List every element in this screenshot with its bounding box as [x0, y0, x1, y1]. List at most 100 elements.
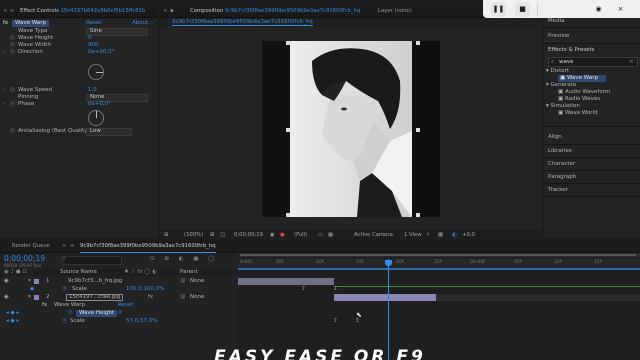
wave-height-value[interactable]: 0: [88, 35, 92, 42]
work-area-bar[interactable]: [238, 268, 640, 270]
layer-parent[interactable]: None: [190, 294, 204, 301]
twirl-arrow-icon[interactable]: ›: [3, 101, 5, 108]
align-panel[interactable]: Align: [544, 134, 640, 141]
paragraph-panel[interactable]: Paragraph: [544, 174, 640, 181]
effect-about-button[interactable]: About...: [132, 20, 154, 27]
tab-composition[interactable]: Composition 9c9b7cf30f8ae399f0be9509b9a3…: [190, 6, 360, 17]
playhead-handle[interactable]: [385, 260, 392, 266]
prop-antialiasing[interactable]: ◷ Antialiasing (Best Quality) Low: [0, 128, 158, 136]
layer-handle-tl[interactable]: [286, 41, 290, 45]
stopwatch-icon[interactable]: ◷: [10, 101, 15, 108]
stopwatch-icon[interactable]: ◷: [10, 35, 15, 42]
webcam-icon[interactable]: ◉: [591, 2, 606, 17]
layer-handle-tr[interactable]: [416, 41, 420, 45]
prop-wave-height[interactable]: ◷ Wave Height 0: [0, 35, 158, 42]
layer-fx-icon[interactable]: fx: [148, 294, 153, 301]
prop-wave-width[interactable]: ◷ Wave Width 900: [0, 42, 158, 49]
close-icon[interactable]: ×: [3, 6, 7, 17]
effect-wave-warp-row[interactable]: fx Wave Warp Reset: [0, 302, 238, 309]
stopwatch-icon[interactable]: ◷: [10, 49, 15, 56]
layer-name[interactable]: 9c9b7cf3...b_hq.jpg: [68, 278, 122, 285]
effects-search-field[interactable]: ⌕ wave ×: [548, 57, 638, 67]
search-clear-icon[interactable]: ×: [629, 58, 634, 66]
layer-parent[interactable]: None: [190, 278, 204, 285]
prop-wave-speed[interactable]: › ◷ Wave Speed 1,0: [0, 87, 158, 94]
effect-reset-button[interactable]: Reset: [86, 20, 101, 27]
stopwatch-icon[interactable]: ◷: [10, 87, 15, 94]
stopwatch-icon[interactable]: ◷: [68, 310, 73, 317]
scale-row-2[interactable]: ◂ ◆ ▸ ◷ Scale 57,0,57,0%: [0, 318, 238, 325]
tree-distort[interactable]: ▾ Distort: [544, 68, 640, 75]
layer-label-color[interactable]: [34, 279, 39, 284]
grid-icon[interactable]: ⊞: [210, 230, 214, 238]
wave-speed-value[interactable]: 1,0: [88, 87, 97, 94]
wave-width-value[interactable]: 900: [88, 42, 99, 49]
col-parent[interactable]: Parent: [180, 269, 198, 275]
time-ruler[interactable]: 0:00f 05f 10f 15f 20f 25f 01:00f 05f 10f…: [238, 259, 640, 267]
layer-label-color[interactable]: [34, 295, 39, 300]
col-source-name[interactable]: Source Name: [60, 269, 97, 275]
visibility-icon[interactable]: ◉: [4, 278, 9, 285]
twirl-arrow-icon[interactable]: ▾: [28, 278, 31, 285]
tree-audio-waveform[interactable]: ▣ Audio Waveform: [544, 89, 640, 96]
fx-badge[interactable]: fx: [3, 20, 8, 27]
tab-effect-controls[interactable]: Effect Controls 15c4197b642e8b0cf5b15ffc…: [20, 6, 145, 17]
effect-header-row[interactable]: fx Wave Warp Reset About...: [0, 20, 158, 27]
keyframe-icon[interactable]: Ɪ: [334, 286, 337, 292]
wave-height-row[interactable]: ◂ ◆ ▸ ◷ Wave Height 0: [0, 310, 238, 317]
layer-handle-bm[interactable]: [350, 213, 354, 217]
layer-1-duration-bar[interactable]: [238, 278, 334, 285]
effect-name[interactable]: Wave Warp: [12, 20, 50, 27]
timeline-menu-icon[interactable]: ≡: [70, 241, 74, 252]
direction-dial[interactable]: [88, 64, 104, 80]
lock-icon[interactable]: ▪: [170, 6, 174, 17]
region-icon[interactable]: ▭: [318, 230, 323, 238]
scale-value[interactable]: 100,0,100,0%: [126, 286, 164, 293]
timeline-timecode[interactable]: 0;00;00;19: [4, 254, 45, 263]
scale-value[interactable]: 57,0,57,0%: [126, 318, 157, 325]
close-icon[interactable]: ×: [163, 6, 167, 17]
playhead[interactable]: [388, 259, 389, 360]
camera-dropdown[interactable]: Active Camera: [354, 230, 393, 238]
prop-pinning[interactable]: Pinning None: [0, 94, 158, 102]
keyframe-icon[interactable]: Ɪ: [302, 286, 305, 292]
fast-preview-icon[interactable]: ⚡: [426, 230, 430, 238]
stopwatch-icon[interactable]: ◷: [62, 286, 67, 293]
prop-direction[interactable]: › ◷ Direction 0x+90,0°: [0, 49, 158, 56]
parent-pickwhip-icon[interactable]: @: [180, 278, 186, 285]
phase-value[interactable]: 0x+0,0°: [88, 101, 111, 108]
phase-dial[interactable]: [88, 110, 104, 126]
tree-wave-world[interactable]: ▣ Wave World: [544, 110, 640, 117]
stopwatch-icon[interactable]: ◷: [10, 128, 15, 135]
tree-wave-warp[interactable]: ▣ Wave Warp: [558, 75, 606, 82]
stopwatch-icon[interactable]: ◷: [10, 42, 15, 49]
mask-icon[interactable]: ◫: [220, 230, 225, 238]
keyframe-nav-icon[interactable]: ◂ ◆ ▸: [6, 310, 19, 317]
layer-row-1[interactable]: ◉ ▾ 1 9c9b7cf3...b_hq.jpg @ None: [0, 278, 238, 285]
layer-handle-ml[interactable]: [286, 128, 290, 132]
exposure-value[interactable]: +0,0: [462, 230, 475, 238]
snapshot-icon[interactable]: ◉: [270, 230, 275, 238]
close-icon[interactable]: ×: [613, 2, 628, 17]
transparency-icon[interactable]: ▩: [328, 230, 333, 238]
tab-timeline-comp[interactable]: 9c9b7cf30f8ae399f0be9509b9a3ae7c91600fcb…: [80, 241, 216, 253]
timeline-effect-name[interactable]: Wave Warp: [54, 302, 85, 309]
prop-phase[interactable]: › ◷ Phase 0x+0,0°: [0, 101, 158, 108]
layer-name[interactable]: 15c4197...cfae.jpg: [66, 294, 124, 301]
layer-handle-bl[interactable]: [286, 213, 290, 217]
tree-simulation[interactable]: ▾ Simulation: [544, 103, 640, 110]
timeline-switches[interactable]: ⊡ ⊠ ◐ ▣ ◯: [150, 256, 218, 262]
resolution-dropdown[interactable]: (Full): [294, 230, 307, 238]
viewer-options-icon[interactable]: ⊞: [164, 230, 168, 238]
flowchart-icon[interactable]: ▦: [438, 230, 443, 238]
parent-pickwhip-icon[interactable]: @: [180, 294, 186, 301]
comp-subtab[interactable]: 9c9b7cf30f8ae399f0be9509b9a3ae7c91600fcb…: [172, 19, 313, 26]
layer-handle-br[interactable]: [416, 213, 420, 217]
viewer-timecode[interactable]: 0;00;00;19: [234, 230, 263, 238]
stopwatch-icon[interactable]: ◷: [62, 318, 67, 325]
wave-height-timeline-value[interactable]: 0: [118, 310, 122, 317]
timeline-search-field[interactable]: [62, 256, 122, 265]
keyframe-icon[interactable]: Ɪ: [334, 318, 337, 324]
effect-controls-menu-icon[interactable]: ≡: [10, 6, 14, 17]
navigator-range[interactable]: [240, 254, 636, 256]
